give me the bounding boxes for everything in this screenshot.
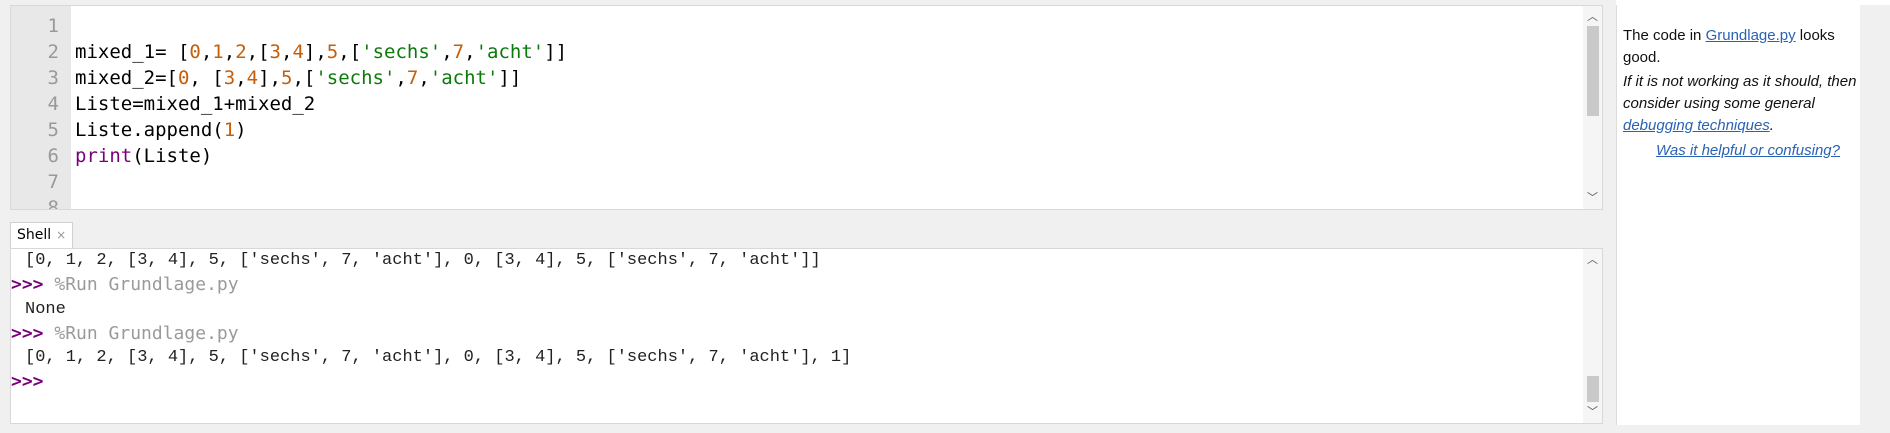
tab-shell-label: Shell bbox=[17, 227, 52, 243]
line-number: 1 bbox=[47, 15, 59, 37]
code-token: print bbox=[75, 145, 133, 167]
close-icon[interactable]: × bbox=[56, 228, 66, 242]
code-token: ) bbox=[235, 119, 247, 141]
code-line[interactable]: Liste=mixed_1+mixed_2 bbox=[75, 91, 315, 117]
shell-prompt-line: >>> bbox=[11, 370, 44, 394]
feedback-link[interactable]: Was it helpful or confusing? bbox=[1656, 142, 1840, 159]
debugging-techniques-link[interactable]: debugging techniques bbox=[1623, 117, 1770, 134]
line-number: 7 bbox=[47, 171, 59, 193]
code-token: 0 bbox=[189, 41, 201, 63]
code-token: 4 bbox=[292, 41, 304, 63]
shell-output-line: [0, 1, 2, [3, 4], 5, ['sechs', 7, 'acht'… bbox=[25, 251, 821, 270]
code-token: 3 bbox=[223, 67, 236, 89]
assistant-hint: If it is not working as it should, then … bbox=[1623, 73, 1857, 134]
code-token: , bbox=[395, 67, 407, 89]
code-line[interactable]: mixed_2=[0, [3,4],5,['sechs',7,'acht']] bbox=[75, 65, 521, 91]
code-token: , bbox=[441, 41, 453, 63]
tab-shell[interactable]: Shell × bbox=[10, 222, 73, 248]
code-token: Liste=mixed_1+mixed_2 bbox=[75, 93, 316, 115]
code-token: Liste.append( bbox=[75, 119, 224, 141]
code-token: mixed_1= [ bbox=[75, 41, 190, 63]
code-token: ]] bbox=[544, 41, 568, 63]
code-token: 4 bbox=[246, 67, 259, 89]
chevron-up-icon[interactable]: ︿ bbox=[1583, 251, 1602, 269]
chevron-up-icon[interactable]: ︿ bbox=[1583, 8, 1602, 26]
line-number: 5 bbox=[47, 119, 59, 141]
line-number: 4 bbox=[47, 93, 59, 115]
line-number: 6 bbox=[47, 145, 59, 167]
chevron-down-icon[interactable]: ﹀ bbox=[1583, 403, 1602, 421]
code-token: 'acht' bbox=[429, 67, 499, 89]
code-line[interactable]: mixed_1= [0,1,2,[3,4],5,['sechs',7,'acht… bbox=[75, 39, 567, 65]
file-link[interactable]: Grundlage.py bbox=[1706, 27, 1796, 44]
right-edge bbox=[1862, 5, 1890, 425]
shell-scrollbar[interactable]: ︿ ﹀ bbox=[1583, 249, 1602, 423]
code-token: ,[ bbox=[292, 67, 316, 89]
shell-prompt-line: >>> %Run Grundlage.py bbox=[11, 322, 239, 346]
code-token: 7 bbox=[452, 41, 465, 63]
shell-prompt: >>> bbox=[11, 274, 44, 295]
code-token: (Liste) bbox=[132, 145, 213, 167]
code-token: 1 bbox=[223, 119, 236, 141]
code-token: , bbox=[223, 41, 236, 63]
code-token: , bbox=[418, 67, 430, 89]
code-token: 5 bbox=[280, 67, 293, 89]
line-number: 2 bbox=[47, 41, 59, 63]
editor-scrollbar[interactable]: ︿ ﹀ bbox=[1583, 6, 1602, 209]
code-token: ]] bbox=[498, 67, 522, 89]
code-token: , bbox=[200, 41, 213, 63]
code-token: 'sechs' bbox=[361, 41, 442, 63]
shell-scroll-thumb[interactable] bbox=[1587, 376, 1599, 402]
line-number: 3 bbox=[47, 67, 59, 89]
shell-prompt-line: >>> %Run Grundlage.py bbox=[11, 273, 239, 297]
code-token: mixed_2=[ bbox=[75, 67, 178, 89]
code-editor[interactable]: 12345678 mixed_1= [0,1,2,[3,4],5,['sechs… bbox=[10, 5, 1603, 210]
shell-prompt: >>> bbox=[11, 371, 44, 392]
code-line[interactable]: print(Liste) bbox=[75, 143, 212, 169]
code-token: 'sechs' bbox=[315, 67, 396, 89]
editor-scroll-thumb[interactable] bbox=[1587, 26, 1599, 116]
code-token: ,[ bbox=[338, 41, 362, 63]
code-token: , bbox=[235, 67, 247, 89]
code-token: , bbox=[464, 41, 476, 63]
shell-command: %Run Grundlage.py bbox=[43, 323, 239, 344]
line-number: 8 bbox=[47, 197, 59, 210]
code-token: 0 bbox=[177, 67, 190, 89]
code-token: 5 bbox=[326, 41, 339, 63]
code-token: 'acht' bbox=[475, 41, 545, 63]
shell-output-line: [0, 1, 2, [3, 4], 5, ['sechs', 7, 'acht'… bbox=[25, 348, 852, 367]
assistant-message: The code in Grundlage.py looks good. bbox=[1623, 27, 1835, 66]
code-line[interactable]: Liste.append(1) bbox=[75, 117, 247, 143]
code-token: ], bbox=[258, 67, 281, 89]
code-token: ,[ bbox=[246, 41, 270, 63]
code-token: , [ bbox=[189, 67, 224, 89]
code-token: 2 bbox=[235, 41, 247, 63]
feedback-link-wrap: Was it helpful or confusing? bbox=[1656, 140, 1840, 162]
code-token: ], bbox=[303, 41, 327, 63]
shell-panel[interactable]: [0, 1, 2, [3, 4], 5, ['sechs', 7, 'acht'… bbox=[10, 248, 1603, 424]
code-token: 7 bbox=[406, 67, 419, 89]
shell-output-line: None bbox=[25, 300, 66, 319]
shell-prompt: >>> bbox=[11, 323, 44, 344]
chevron-down-icon[interactable]: ﹀ bbox=[1583, 189, 1602, 207]
assistant-panel: The code in Grundlage.py looks good. If … bbox=[1616, 5, 1860, 425]
code-token: 1 bbox=[212, 41, 224, 63]
code-token: 3 bbox=[269, 41, 281, 63]
shell-command: %Run Grundlage.py bbox=[43, 274, 239, 295]
code-token: , bbox=[281, 41, 293, 63]
line-number-gutter: 1 2 3 4 5 6 7 8 bbox=[11, 6, 71, 209]
